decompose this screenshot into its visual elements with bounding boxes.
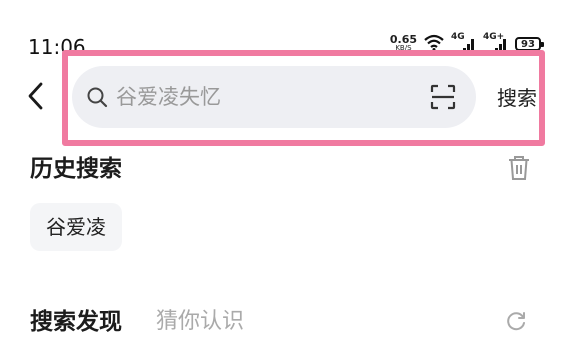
history-title: 历史搜索 [30, 156, 122, 182]
discover-subtitle: 猜你认识 [156, 309, 245, 334]
network-speed-value: 0.65 [389, 33, 417, 46]
trash-icon[interactable] [507, 155, 531, 181]
cellular-signal-2: 4G+ [483, 32, 509, 54]
status-indicators: 0.65 KB/S 4G 4G+ 93 [389, 32, 544, 55]
scan-icon[interactable] [430, 84, 456, 110]
chevron-left-icon [28, 82, 43, 110]
history-item[interactable]: 谷爱凌 [30, 203, 122, 251]
search-bar[interactable] [72, 66, 476, 128]
search-button[interactable]: 搜索 [492, 80, 542, 116]
battery-icon: 93 [515, 37, 544, 51]
signal-1-label: 4G [451, 32, 465, 42]
search-icon [87, 87, 108, 108]
refresh-icon[interactable] [505, 311, 527, 333]
battery-level: 93 [521, 38, 535, 50]
signal-2-label: 4G+ [483, 32, 505, 42]
search-input[interactable] [116, 80, 416, 114]
network-speed: 0.65 KB/S [389, 33, 417, 53]
status-time: 11:06 [28, 35, 86, 59]
discover-title: 搜索发现 [30, 309, 122, 335]
cellular-signal-1: 4G [451, 32, 477, 54]
network-speed-unit: KB/S [395, 44, 412, 52]
status-bar: 11:06 0.65 KB/S 4G 4G+ 93 [0, 0, 569, 60]
back-button[interactable] [20, 78, 50, 114]
wifi-icon [423, 33, 445, 55]
